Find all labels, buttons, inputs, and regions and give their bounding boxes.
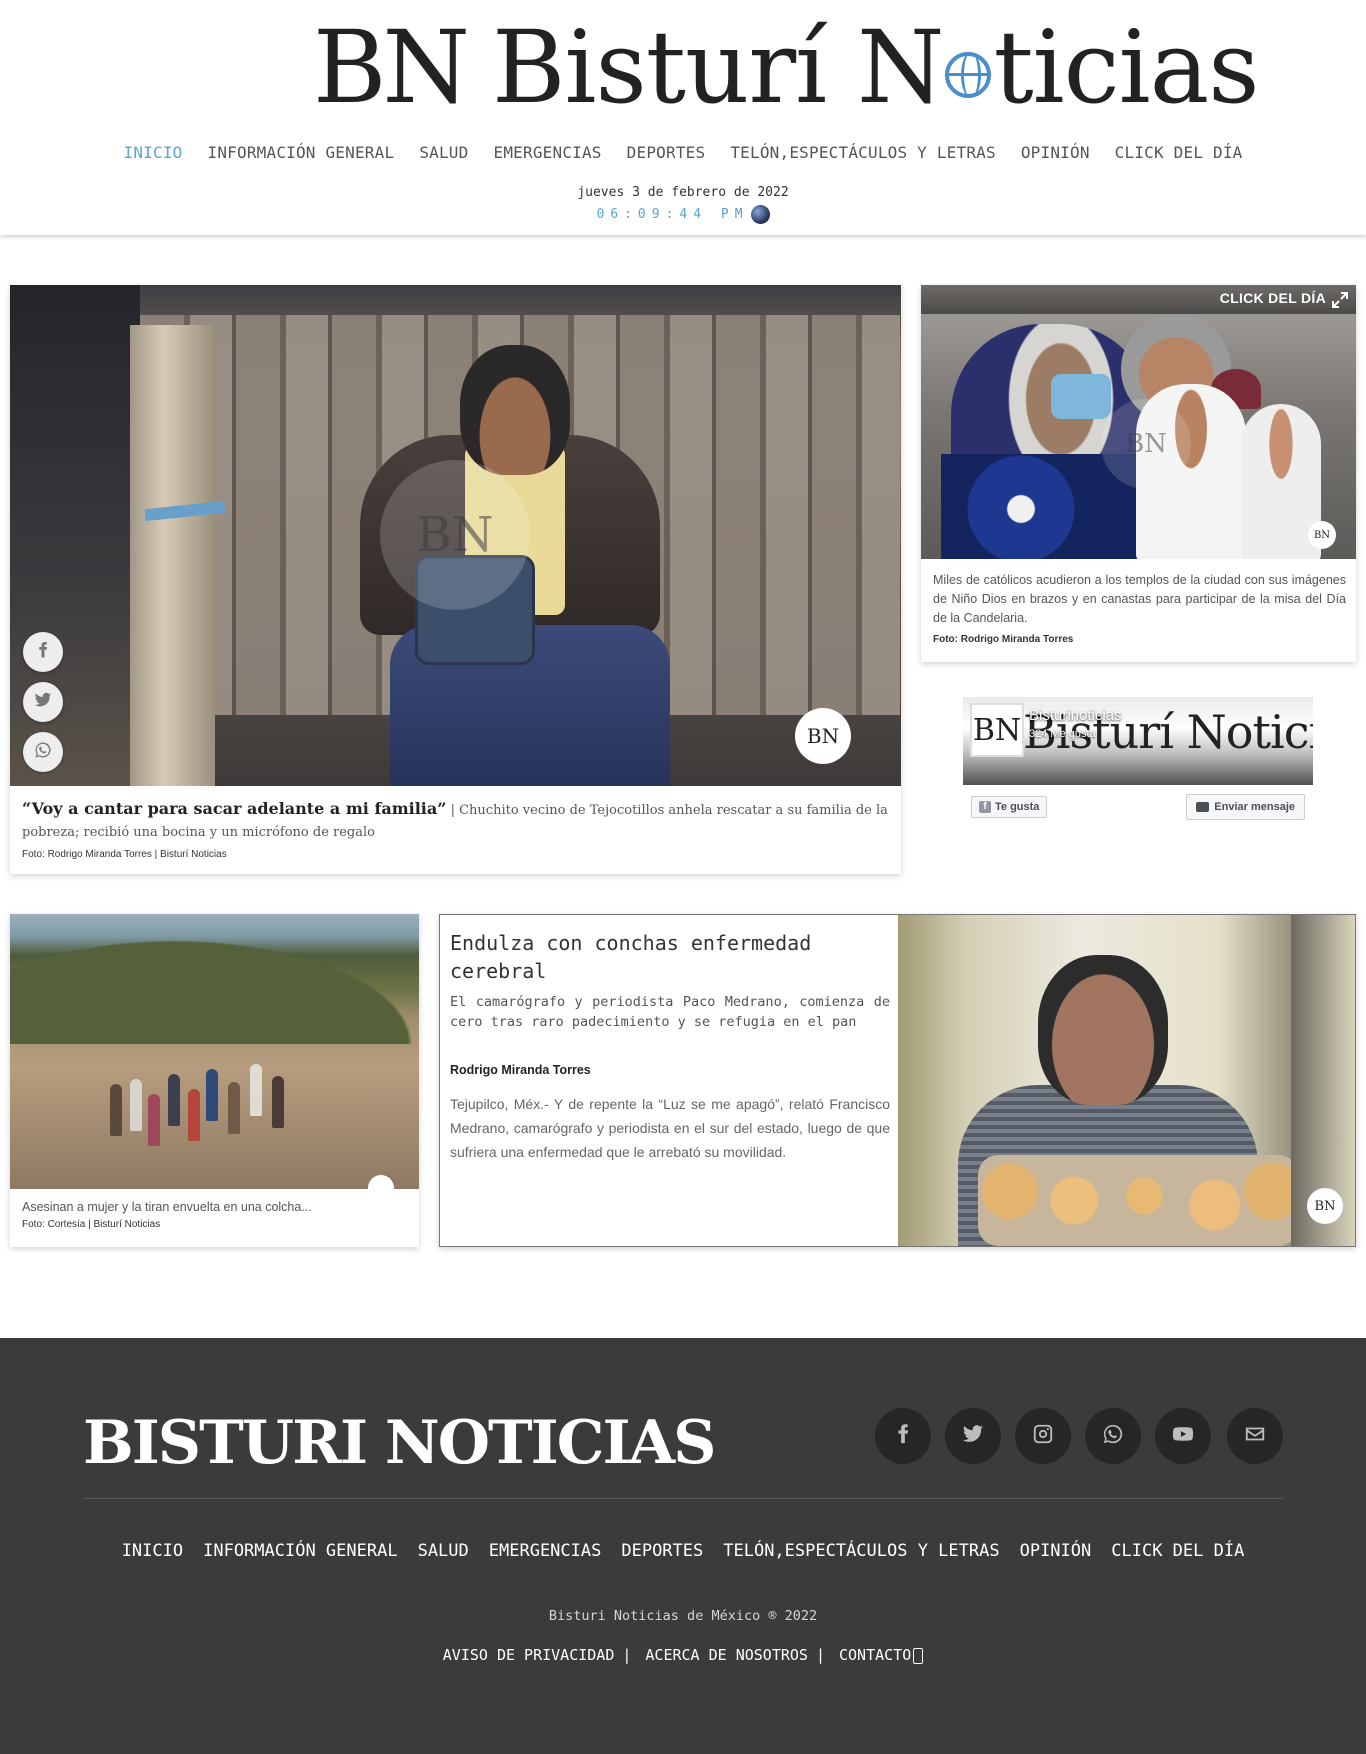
facebook-page-widget: Bisturí Noticias BN Bisturinoticias 324 … xyxy=(963,697,1313,827)
message-label: Enviar mensaje xyxy=(1214,801,1295,813)
photo-watermark: BN xyxy=(1101,399,1191,489)
earth-icon xyxy=(750,205,770,224)
featured-photo[interactable]: BN BN xyxy=(10,285,901,786)
copyright: Bisturi Noticias de México ® 2022 xyxy=(548,1608,818,1624)
legal-separator: | xyxy=(622,1646,632,1664)
footer-brand[interactable]: BISTURI NOTICIAS xyxy=(83,1408,716,1478)
click-del-dia-label: CLICK DEL DÍA xyxy=(1219,290,1326,306)
news-card-author: Rodrigo Miranda Torres xyxy=(450,1063,591,1077)
footer-nav-deportes[interactable]: DEPORTES xyxy=(611,1541,713,1561)
footer-twitter-link[interactable] xyxy=(945,1408,1001,1464)
nav-item-informacion-general[interactable]: INFORMACIÓN GENERAL xyxy=(195,143,407,162)
whatsapp-icon xyxy=(34,741,52,764)
facebook-icon: f xyxy=(979,801,991,813)
contact-label: CONTACTO xyxy=(838,1646,912,1664)
photo-credit: Foto: Rodrigo Miranda Torres xyxy=(933,634,1074,645)
bn-badge xyxy=(368,1175,394,1189)
bn-badge: BN xyxy=(1307,1188,1343,1224)
bn-badge: BN xyxy=(795,708,851,764)
current-time: 06:09:44 PM xyxy=(0,205,1366,224)
privacy-link[interactable]: AVISO DE PRIVACIDAD xyxy=(435,1646,623,1664)
footer-nav-inicio[interactable]: INICIO xyxy=(112,1541,193,1561)
featured-story[interactable]: BN BN “Voy a cantar para sacar adelante … xyxy=(10,285,901,874)
click-del-dia-text: Miles de católicos acudieron a los templ… xyxy=(933,573,1346,625)
facebook-icon xyxy=(34,641,52,664)
footer-instagram-link[interactable] xyxy=(1015,1408,1071,1464)
about-link[interactable]: ACERCA DE NOSOTROS xyxy=(637,1646,816,1664)
click-del-dia-card[interactable]: CLICK DEL DÍA BN BN Miles de católicos a… xyxy=(921,285,1356,662)
like-label: Te gusta xyxy=(995,801,1040,813)
news-card-headline[interactable]: Asesinan a mujer y la tiran envuelta en … xyxy=(22,1200,312,1214)
facebook-page-thumb[interactable]: BN xyxy=(970,703,1024,757)
news-card-subtitle: El camarógrafo y periodista Paco Medrano… xyxy=(450,994,890,1030)
mail-icon xyxy=(1244,1423,1266,1450)
bn-badge: BN xyxy=(1308,521,1336,549)
facebook-page-name[interactable]: Bisturinoticias xyxy=(1029,707,1122,724)
facebook-cover[interactable]: Bisturí Noticias BN Bisturinoticias 324 … xyxy=(963,697,1313,785)
contact-link[interactable]: CONTACTO xyxy=(831,1646,931,1664)
headline-separator: | xyxy=(450,803,455,818)
facebook-message-button[interactable]: Enviar mensaje xyxy=(1186,794,1305,820)
news-card-title[interactable]: Endulza con conchas enfermedad cerebral xyxy=(450,929,890,985)
expand-icon[interactable] xyxy=(1332,292,1348,308)
legal-separator: | xyxy=(815,1646,825,1664)
twitter-icon xyxy=(34,691,52,714)
footer-nav-click-del-dia[interactable]: CLICK DEL DÍA xyxy=(1101,1541,1254,1561)
logo-text-part1: Bisturí N xyxy=(492,8,944,126)
whatsapp-icon xyxy=(1102,1423,1124,1450)
nav-item-click-del-dia[interactable]: CLICK DEL DÍA xyxy=(1102,143,1255,162)
footer-nav-emergencias[interactable]: EMERGENCIAS xyxy=(479,1541,612,1561)
main-nav: INICIO INFORMACIÓN GENERAL SALUD EMERGEN… xyxy=(0,143,1366,162)
featured-headline[interactable]: “Voy a cantar para sacar adelante a mi f… xyxy=(22,799,446,818)
footer-email-link[interactable] xyxy=(1227,1408,1283,1464)
nav-item-deportes[interactable]: DEPORTES xyxy=(614,143,718,162)
youtube-icon xyxy=(1172,1423,1194,1450)
share-whatsapp-button[interactable] xyxy=(23,732,63,772)
share-twitter-button[interactable] xyxy=(23,682,63,722)
news-card-photo[interactable]: BN xyxy=(898,915,1355,1246)
instagram-icon xyxy=(1032,1423,1054,1450)
featured-caption: “Voy a cantar para sacar adelante a mi f… xyxy=(22,798,891,844)
photo-credit: Foto: Rodrigo Miranda Torres | Bisturí N… xyxy=(22,849,227,860)
click-del-dia-photo[interactable]: BN BN xyxy=(921,314,1356,559)
footer-youtube-link[interactable] xyxy=(1155,1408,1211,1464)
footer-nav-opinion[interactable]: OPINIÓN xyxy=(1010,1541,1102,1561)
phone-icon xyxy=(913,1647,924,1664)
footer-nav-salud[interactable]: SALUD xyxy=(408,1541,479,1561)
facebook-icon xyxy=(892,1423,914,1450)
time-text: 06:09:44 PM xyxy=(596,207,749,222)
footer-nav: INICIO INFORMACIÓN GENERAL SALUD EMERGEN… xyxy=(0,1541,1366,1561)
share-facebook-button[interactable] xyxy=(23,632,63,672)
facebook-like-button[interactable]: f Te gusta xyxy=(971,796,1048,818)
footer-divider xyxy=(83,1498,1283,1499)
logo-monogram: BN xyxy=(313,8,470,126)
news-card-left[interactable]: Asesinan a mujer y la tiran envuelta en … xyxy=(10,914,419,1247)
nav-item-opinion[interactable]: OPINIÓN xyxy=(1008,143,1102,162)
footer-facebook-link[interactable] xyxy=(875,1408,931,1464)
globe-icon xyxy=(945,52,992,98)
news-card-right[interactable]: Endulza con conchas enfermedad cerebral … xyxy=(439,914,1356,1247)
footer-legal-links: AVISO DE PRIVACIDAD | ACERCA DE NOSOTROS… xyxy=(0,1646,1366,1664)
footer-nav-telon[interactable]: TELÓN,ESPECTÁCULOS Y LETRAS xyxy=(713,1541,1009,1561)
site-footer: BISTURI NOTICIAS INICIO INFORMACIÓN GENE… xyxy=(0,1338,1366,1754)
nav-item-salud[interactable]: SALUD xyxy=(407,143,481,162)
nav-item-telon[interactable]: TELÓN,ESPECTÁCULOS Y LETRAS xyxy=(718,143,1009,162)
footer-whatsapp-link[interactable] xyxy=(1085,1408,1141,1464)
footer-nav-informacion-general[interactable]: INFORMACIÓN GENERAL xyxy=(193,1541,407,1561)
logo-text-part2: ticias xyxy=(993,8,1259,126)
photo-credit: Foto: Cortesía | Bisturí Noticias xyxy=(22,1219,161,1230)
facebook-likes-count: 324 Me gusta xyxy=(1029,728,1096,740)
news-card-body: Tejupilco, Méx.- Y de repente la “Luz se… xyxy=(450,1096,890,1160)
photo-watermark: BN xyxy=(380,460,530,610)
message-icon xyxy=(1196,802,1210,812)
twitter-icon xyxy=(962,1423,984,1450)
nav-item-inicio[interactable]: INICIO xyxy=(111,143,195,162)
nav-item-emergencias[interactable]: EMERGENCIAS xyxy=(481,143,614,162)
site-header: BN Bisturí N ticias INICIO INFORMACIÓN G… xyxy=(0,0,1366,235)
site-logo[interactable]: BN Bisturí N ticias xyxy=(313,9,1260,126)
news-card-photo[interactable] xyxy=(10,914,419,1189)
current-date: jueves 3 de febrero de 2022 xyxy=(577,185,789,200)
